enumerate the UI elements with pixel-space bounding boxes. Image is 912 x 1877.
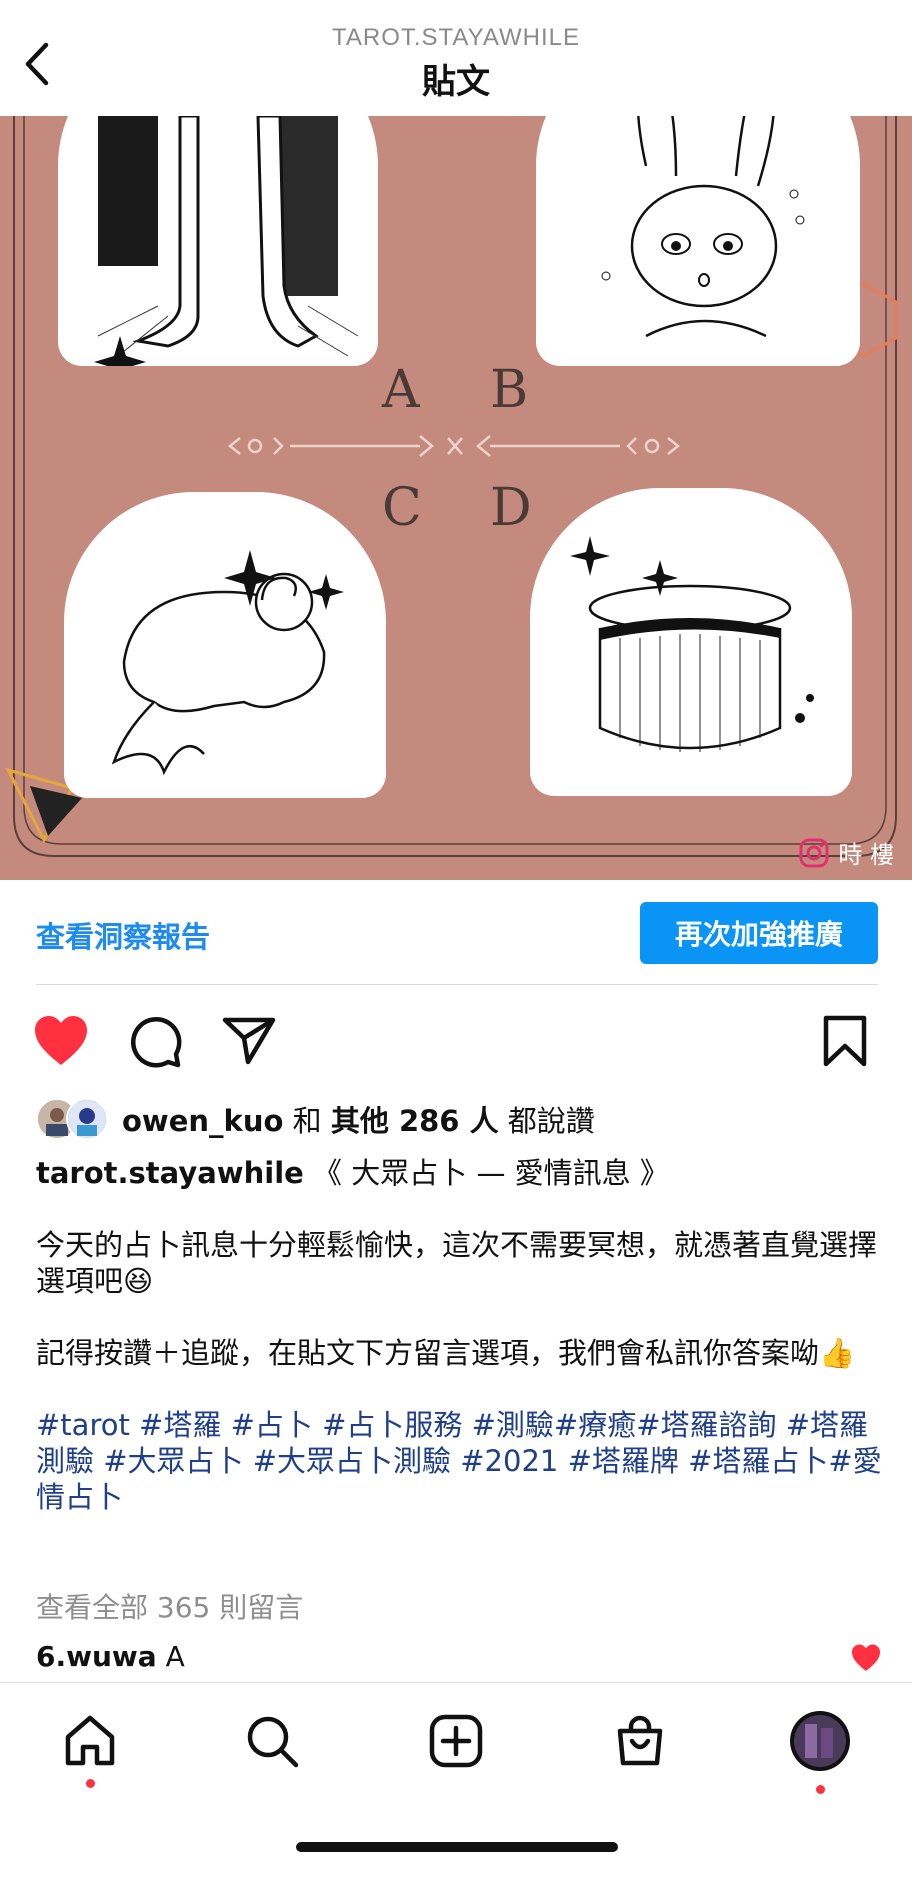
option-card-d[interactable] xyxy=(530,488,852,796)
letter-d: D xyxy=(490,478,532,538)
home-indicator[interactable] xyxy=(296,1842,618,1852)
nav-create[interactable] xyxy=(424,1709,488,1773)
share-button[interactable] xyxy=(218,1010,280,1072)
liker-username[interactable]: owen_kuo xyxy=(122,1104,283,1138)
save-button[interactable] xyxy=(814,1010,876,1072)
top-bar: TAROT.STAYAWHILE 貼文 xyxy=(0,0,912,117)
likes-others[interactable]: 其他 286 人 xyxy=(331,1104,499,1138)
nav-home[interactable] xyxy=(58,1709,122,1773)
profile-notification-dot xyxy=(816,1785,825,1794)
insights-row: 查看洞察報告 再次加強推廣 xyxy=(0,880,912,984)
comment-button[interactable] xyxy=(124,1010,186,1072)
caption-paragraph: 今天的占卜訊息十分輕鬆愉快，這次不需要冥想，就憑著直覺選擇選項吧😆 xyxy=(36,1228,878,1298)
comment-text: A xyxy=(165,1640,185,1673)
likes-suffix: 都說讚 xyxy=(507,1104,595,1138)
post-caption: tarot.stayawhile 《 大眾占卜 — 愛情訊息 》 今天的占卜訊息… xyxy=(36,1155,886,1515)
option-card-b[interactable] xyxy=(536,116,860,366)
likes-text: owen_kuo 和 其他 286 人 都說讚 xyxy=(122,1098,595,1140)
nav-search[interactable] xyxy=(240,1709,304,1773)
creature-illustration xyxy=(111,550,344,776)
profile-avatar xyxy=(790,1711,850,1771)
legs-illustration xyxy=(94,116,359,366)
avatar-image xyxy=(68,1100,106,1138)
home-icon xyxy=(65,1715,115,1766)
account-name[interactable]: TAROT.STAYAWHILE xyxy=(0,24,912,52)
boost-again-button[interactable]: 再次加強推廣 xyxy=(640,902,878,964)
nav-shop[interactable] xyxy=(608,1709,672,1773)
letter-b: B xyxy=(490,360,529,420)
create-icon xyxy=(429,1714,483,1768)
caption-paragraph: 記得按讚＋追蹤，在貼文下方留言選項，我們會私訊你答案呦👍 xyxy=(36,1336,856,1370)
letter-c: C xyxy=(382,478,422,538)
pot-illustration xyxy=(570,536,814,752)
caption-username[interactable]: tarot.stayawhile xyxy=(36,1156,304,1190)
watermark: 時 樓 xyxy=(798,835,894,870)
heart-filled-icon xyxy=(852,1644,880,1671)
action-bar xyxy=(0,1004,912,1078)
caption-title: 《 大眾占卜 — 愛情訊息 》 xyxy=(313,1156,669,1190)
letter-a: A xyxy=(382,360,420,420)
home-notification-dot xyxy=(86,1779,95,1788)
divider xyxy=(36,984,878,985)
liker-avatar xyxy=(66,1098,108,1140)
comment-username[interactable]: 6.wuwa xyxy=(36,1640,157,1673)
view-insights-link[interactable]: 查看洞察報告 xyxy=(36,914,210,956)
caption-hashtags[interactable]: #tarot #塔羅 #占卜 #占卜服務 #測驗#療癒#塔羅諮詢 #塔羅測驗 #… xyxy=(36,1407,886,1515)
comment-row: 6.wuwa A xyxy=(36,1640,185,1673)
shop-icon xyxy=(617,1715,663,1766)
watermark-text: 時 樓 xyxy=(838,841,894,869)
likes-connector: 和 xyxy=(292,1104,322,1138)
caption-title-line: tarot.stayawhile 《 大眾占卜 — 愛情訊息 》 xyxy=(36,1155,886,1191)
instagram-icon xyxy=(799,838,829,867)
post-image[interactable]: A B C D 時 樓 xyxy=(0,116,912,880)
heart-filled-icon xyxy=(35,1016,87,1065)
comment-icon xyxy=(131,1017,182,1068)
bookmark-icon xyxy=(823,1015,867,1067)
option-card-c[interactable] xyxy=(64,492,386,798)
option-card-a[interactable] xyxy=(58,116,378,366)
likes-summary[interactable]: owen_kuo 和 其他 286 人 都說讚 xyxy=(36,1095,595,1143)
comment-like-button[interactable] xyxy=(850,1644,882,1672)
bunny-illustration xyxy=(601,116,805,338)
nav-profile[interactable] xyxy=(788,1709,852,1773)
view-all-comments-link[interactable]: 查看全部 365 則留言 xyxy=(36,1586,303,1626)
like-button[interactable] xyxy=(30,1010,92,1072)
page-title: 貼文 xyxy=(422,62,490,102)
send-icon xyxy=(222,1017,276,1065)
search-icon xyxy=(247,1716,299,1768)
